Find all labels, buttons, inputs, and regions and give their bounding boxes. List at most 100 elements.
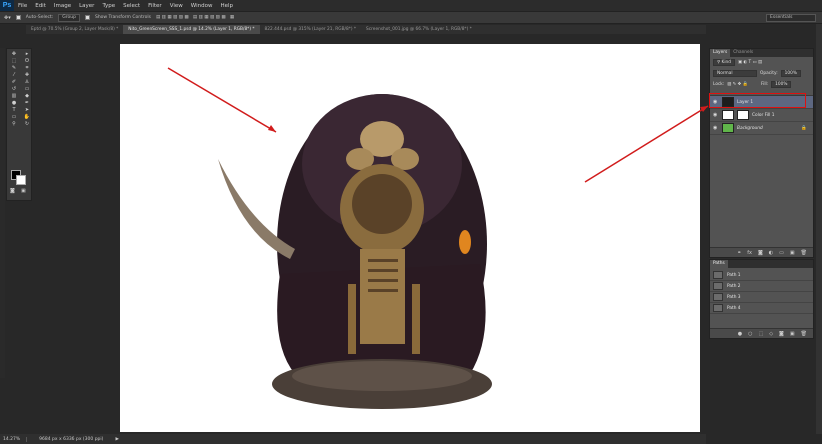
path-row-3[interactable]: Path 3: [710, 292, 813, 303]
tab-paths[interactable]: Paths: [710, 260, 728, 268]
workspace-dropdown[interactable]: Essentials: [766, 14, 816, 22]
zoom-tool-icon[interactable]: ⚲: [8, 121, 20, 127]
tab-document-3[interactable]: 822.444.psd @ 315% (Layer 21, RGB/8*) *: [260, 25, 362, 34]
adjustment-layer-icon[interactable]: ◐: [769, 250, 773, 256]
opacity-field[interactable]: 100%: [780, 70, 801, 77]
menu-type[interactable]: Type: [98, 3, 119, 9]
zoom-level[interactable]: 14.27%: [3, 436, 28, 442]
rectangle-tool-icon[interactable]: ▭: [8, 114, 20, 120]
auto-select-label: Auto-Select:: [25, 15, 54, 20]
photoshop-logo: Ps: [0, 0, 14, 11]
menu-select[interactable]: Select: [119, 3, 144, 9]
path-list: Path 1 Path 2 Path 3 Path 4: [710, 270, 813, 314]
menu-filter[interactable]: Filter: [144, 3, 166, 9]
fill-label: Fill:: [760, 82, 769, 87]
document-info: 9684 px x 6336 px (300 ppi): [39, 436, 104, 442]
dodge-tool-icon[interactable]: ●: [8, 100, 20, 106]
layer-name: Background: [737, 125, 763, 131]
move-tool-icon[interactable]: ✥: [8, 51, 20, 57]
layer-thumbnail: [722, 123, 734, 133]
quick-mask-icon[interactable]: ◙: [10, 188, 15, 194]
left-dock-strip: [0, 48, 5, 378]
load-selection-icon[interactable]: ⬚: [758, 331, 763, 337]
visibility-eye-icon[interactable]: ◉: [713, 125, 719, 131]
tab-channels[interactable]: Channels: [730, 49, 756, 57]
annotation-highlight-box: [709, 93, 806, 108]
layer-row-background[interactable]: ◉ Background 🔒: [710, 122, 813, 135]
tab-document-1[interactable]: Eptd @ 70.5% (Group 2, Layer Mask/8) *: [26, 25, 123, 34]
path-name: Path 2: [727, 283, 741, 289]
layer-filter-row: ⚲ Kind ▣ ◐ T ▭ ▤: [710, 57, 813, 68]
layer-filter-value: Kind: [721, 60, 731, 65]
path-name: Path 3: [727, 294, 741, 300]
blend-mode-dropdown[interactable]: Normal: [713, 70, 757, 77]
path-row-2[interactable]: Path 2: [710, 281, 813, 292]
menu-edit[interactable]: Edit: [31, 3, 50, 9]
lock-icon: 🔒: [801, 125, 807, 131]
quick-select-tool-icon[interactable]: ✎: [8, 65, 20, 71]
show-transform-label: Show Transform Controls: [94, 15, 151, 20]
menu-window[interactable]: Window: [187, 3, 217, 9]
opacity-label: Opacity:: [760, 71, 778, 76]
panels-dock: Layers Channels ⚲ Kind ▣ ◐ T ▭ ▤ Normal …: [709, 48, 814, 339]
path-name: Path 1: [727, 272, 741, 278]
history-brush-tool-icon[interactable]: ↺: [8, 86, 20, 92]
new-group-icon[interactable]: ▭: [779, 250, 784, 256]
fill-field[interactable]: 100%: [771, 81, 792, 88]
path-thumbnail: [713, 293, 723, 301]
background-color-swatch[interactable]: [16, 175, 26, 185]
delete-path-icon[interactable]: 🗑: [801, 331, 807, 337]
path-row-4[interactable]: Path 4: [710, 303, 813, 314]
menu-file[interactable]: File: [14, 3, 31, 9]
lock-icons[interactable]: ▨ ✎ ✥ 🔒: [727, 82, 748, 87]
delete-layer-icon[interactable]: 🗑: [801, 250, 807, 256]
show-transform-checkbox[interactable]: [84, 15, 90, 20]
layer-filter-dropdown[interactable]: ⚲ Kind: [713, 59, 735, 66]
tab-document-4[interactable]: Screenshot_001.jpg @ 66.7% (Layer 1, RGB…: [361, 25, 477, 34]
paths-panel-footer: ● ○ ⬚ ◇ ◙ ▣ 🗑: [710, 328, 813, 338]
menu-layer[interactable]: Layer: [75, 3, 98, 9]
document-canvas[interactable]: [120, 44, 700, 432]
auto-select-dropdown[interactable]: Group: [58, 13, 80, 22]
skeleton-figure-image: [218, 94, 492, 409]
tools-panel: ✥ ▸ ⬚ ʘ ✎ ⌗ ⁄ ✚ ✐ ♙ ↺ ▭ ▥ ◆ ● ✒ T ➤ ▭ ✋ …: [6, 48, 32, 201]
make-work-path-icon[interactable]: ◇: [769, 331, 773, 337]
new-path-icon[interactable]: ▣: [790, 331, 795, 337]
fill-path-icon[interactable]: ●: [738, 331, 742, 337]
right-dock-strip: [816, 24, 822, 434]
gradient-tool-icon[interactable]: ▥: [8, 93, 20, 99]
menu-bar: Ps File Edit Image Layer Type Select Fil…: [0, 0, 822, 11]
menu-image[interactable]: Image: [50, 3, 75, 9]
filter-icons[interactable]: ▣ ◐ T ▭ ▤: [738, 60, 762, 65]
add-mask-icon[interactable]: ◙: [758, 250, 763, 256]
link-layers-icon[interactable]: ⚭: [737, 250, 741, 256]
auto-select-checkbox[interactable]: [15, 15, 21, 20]
status-menu-arrow-icon[interactable]: ▶: [115, 437, 118, 442]
visibility-eye-icon[interactable]: ◉: [713, 112, 719, 118]
layer-thumbnail: [722, 110, 734, 120]
path-row-1[interactable]: Path 1: [710, 270, 813, 281]
screen-mode-icon[interactable]: ▣: [21, 188, 26, 194]
align-icons[interactable]: ▤ ▥ ▦ ▧ ▨ ▩ ▤ ▥ ▦ ▧ ▨ ▩ ▦: [156, 15, 234, 20]
type-tool-icon[interactable]: T: [8, 107, 20, 113]
layer-row-color-fill-1[interactable]: ◉ Color Fill 1: [710, 109, 813, 122]
menu-view[interactable]: View: [166, 3, 187, 9]
tab-document-2[interactable]: Nito_GreenScreen_SSS_1.psd @ 14.2% (Laye…: [123, 25, 260, 34]
paths-panel: Paths Path 1 Path 2 Path 3 Path 4 ● ○ ⬚ …: [709, 259, 814, 339]
stroke-path-icon[interactable]: ○: [748, 331, 752, 337]
eyedropper-tool-icon[interactable]: ⁄: [8, 72, 20, 78]
move-tool-preset-icon[interactable]: ✥▾: [4, 15, 11, 21]
layers-panel-footer: ⚭ fx ◙ ◐ ▭ ▣ 🗑: [710, 247, 813, 257]
menu-help[interactable]: Help: [216, 3, 237, 9]
document-tabs: Eptd @ 70.5% (Group 2, Layer Mask/8) * N…: [26, 25, 706, 34]
tab-layers[interactable]: Layers: [710, 49, 731, 57]
options-bar: ✥▾ Auto-Select: Group Show Transform Con…: [0, 11, 822, 24]
layers-panel-tabs: Layers Channels: [710, 49, 813, 57]
new-layer-icon[interactable]: ▣: [790, 250, 795, 256]
brush-tool-icon[interactable]: ✐: [8, 79, 20, 85]
marquee-tool-icon[interactable]: ⬚: [8, 58, 20, 64]
status-bar: 14.27% 9684 px x 6336 px (300 ppi) ▶: [0, 434, 706, 444]
layer-style-icon[interactable]: fx: [747, 250, 752, 256]
add-mask-icon[interactable]: ◙: [779, 331, 784, 337]
layer-list: ◉ Layer 1 ◉ Color Fill 1 ◉ Background 🔒: [710, 95, 813, 245]
